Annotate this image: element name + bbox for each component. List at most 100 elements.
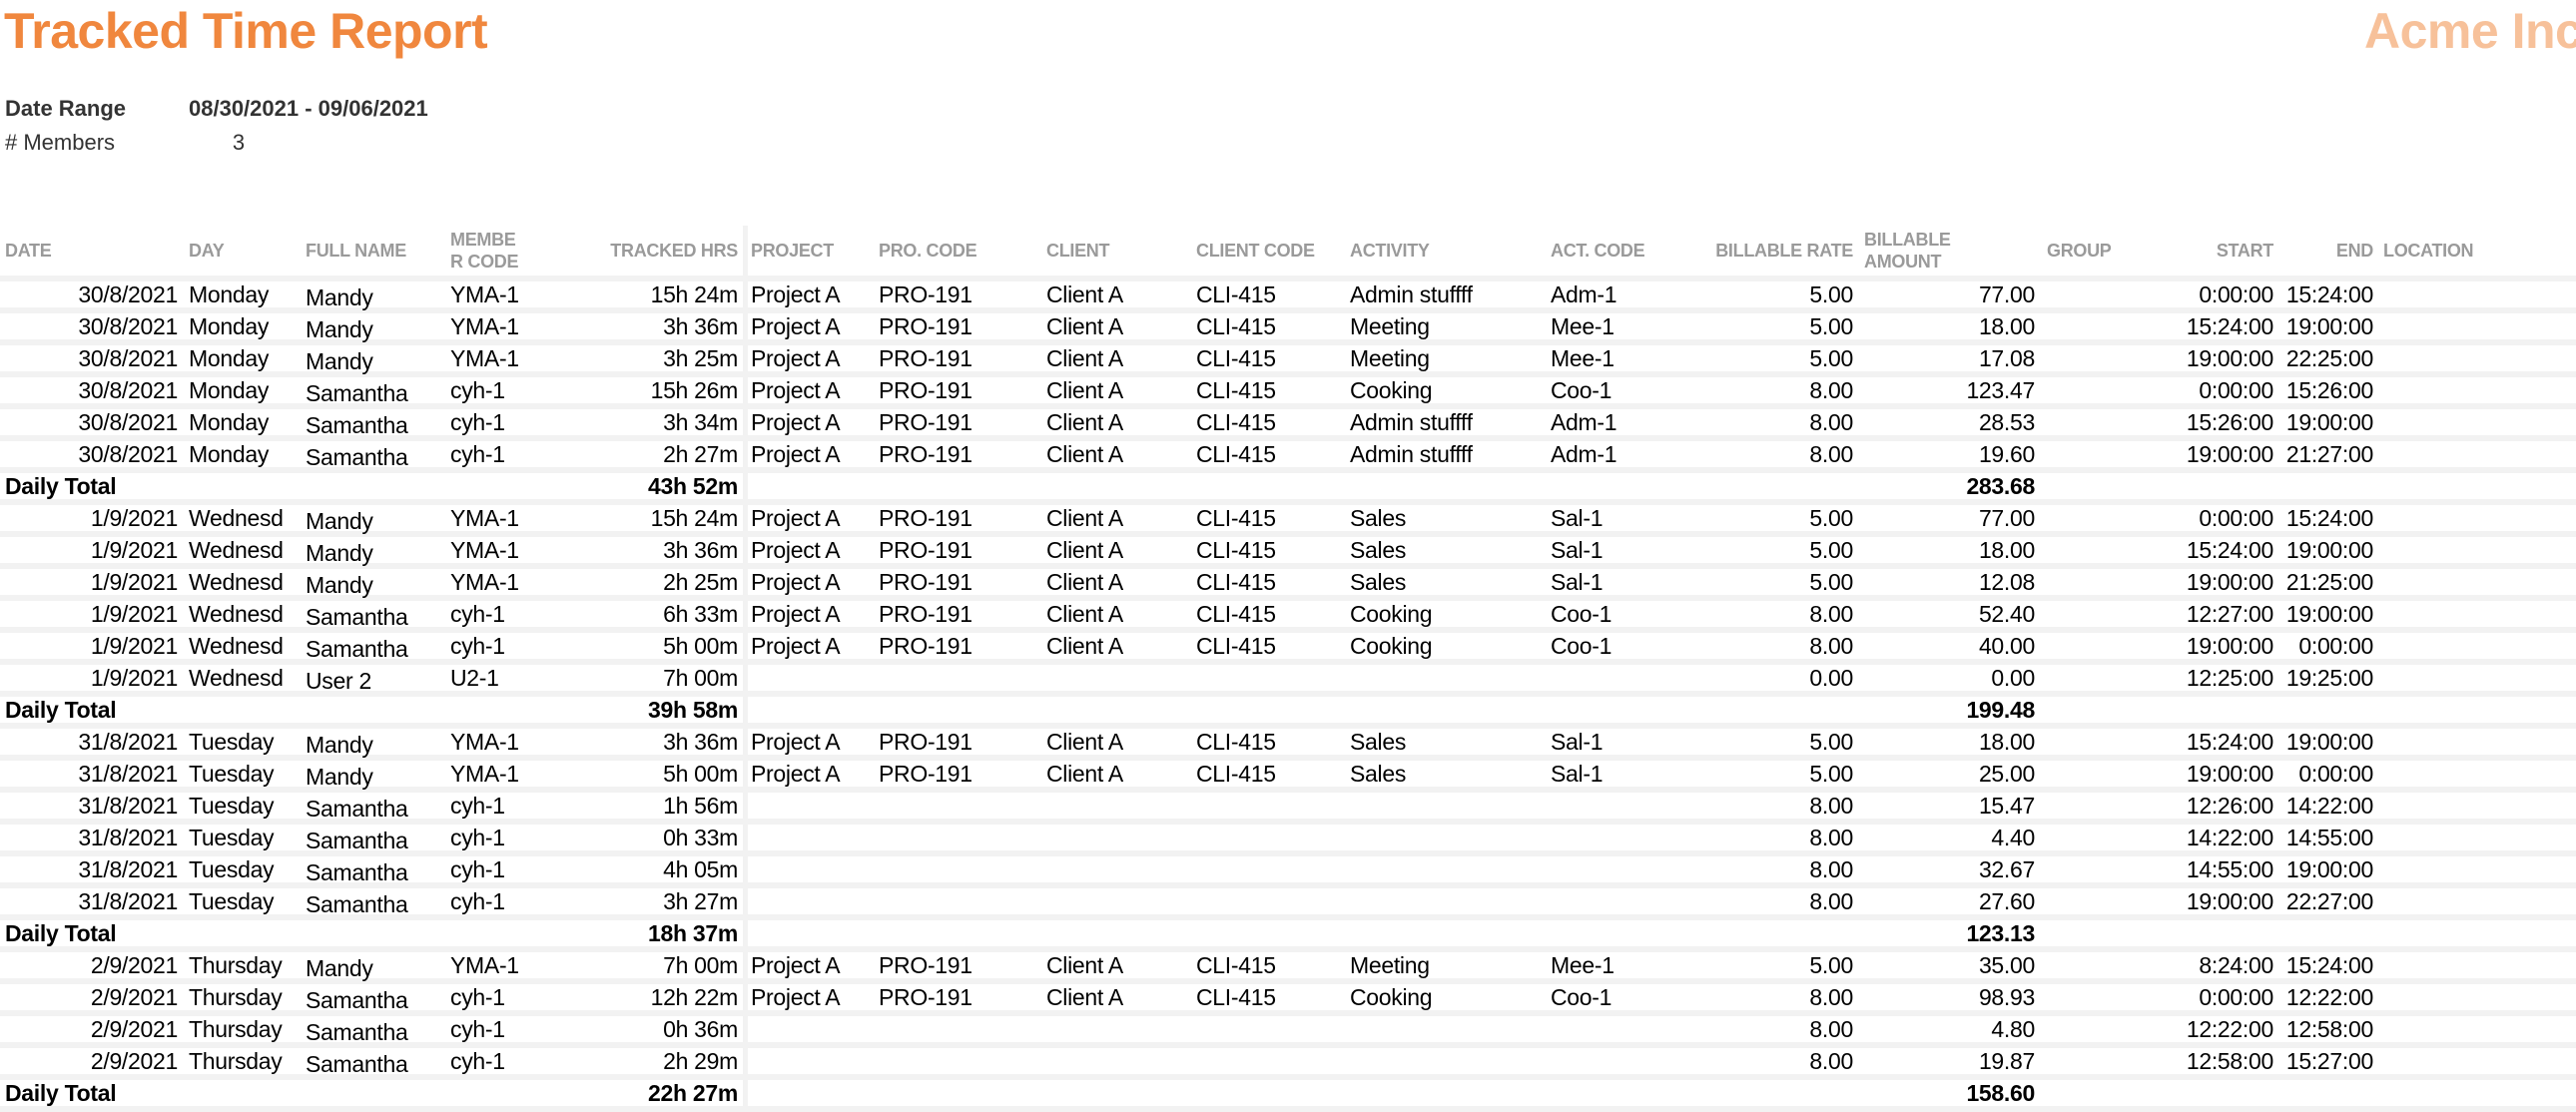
cell-billable-amount: 4.40 — [1991, 825, 2035, 850]
cell-full-name: User 2 — [306, 668, 371, 694]
cell-date: 2/9/2021 — [90, 1048, 178, 1074]
cell-day: Monday — [189, 313, 270, 339]
daily-total-hrs: 18h 37m — [648, 920, 738, 946]
cell-tracked-hrs: 7h 00m — [663, 665, 738, 691]
cell-project: Project A — [751, 281, 841, 307]
table-row: 1/9/2021 Wednesd Samantha cyh-1 5h 00m Projec… — [0, 633, 2576, 665]
table-row: 31/8/2021 Tuesday Mandy YMA-1 3h 36m Project … — [0, 729, 2576, 761]
daily-total-row: Daily Total 39h 58m 199.48 — [0, 697, 2576, 729]
cell-act-code — [1551, 888, 1690, 914]
cell-member-code: U2-1 — [450, 665, 499, 691]
cell-end: 19:25:00 — [2285, 665, 2373, 691]
cell-day: Wednesd — [189, 537, 284, 563]
table-row: 1/9/2021 Wednesd Samantha cyh-1 6h 33m Projec… — [0, 601, 2576, 633]
cell-billable-rate: 8.00 — [1809, 888, 1853, 914]
cell-client-code: CLI-415 — [1196, 345, 1276, 371]
cell-billable-rate: 8.00 — [1809, 1016, 1853, 1042]
cell-location — [2383, 377, 2563, 403]
cell-tracked-hrs: 3h 34m — [663, 409, 738, 435]
cell-act-code: Sal-1 — [1551, 761, 1604, 787]
cell-act-code: Sal-1 — [1551, 505, 1604, 531]
cell-end: 19:00:00 — [2285, 313, 2373, 339]
cell-day: Tuesday — [189, 856, 275, 882]
col-client-code: CLIENT CODE — [1196, 241, 1315, 261]
cell-start: 14:22:00 — [2186, 825, 2273, 850]
col-location: LOCATION — [2383, 241, 2474, 261]
cell-member-code: YMA-1 — [450, 761, 519, 787]
cell-activity: Sales — [1350, 505, 1407, 531]
cell-client — [1046, 1016, 1191, 1042]
cell-start: 12:26:00 — [2186, 793, 2273, 819]
table-row: 31/8/2021 Tuesday Mandy YMA-1 5h 00m Project … — [0, 761, 2576, 793]
cell-member-code: YMA-1 — [450, 313, 519, 339]
cell-date: 30/8/2021 — [78, 281, 178, 307]
cell-pro-code — [879, 1048, 1038, 1074]
col-tracked-hrs: TRACKED HRS — [610, 241, 738, 261]
cell-end: 21:27:00 — [2285, 441, 2373, 467]
cell-start: 15:24:00 — [2186, 537, 2273, 563]
cell-activity: Meeting — [1350, 952, 1430, 978]
cell-location — [2383, 1016, 2563, 1042]
cell-member-code: YMA-1 — [450, 345, 519, 371]
cell-start: 12:27:00 — [2186, 601, 2273, 627]
cell-client-code — [1196, 793, 1346, 819]
cell-full-name: Mandy — [306, 508, 373, 534]
cell-member-code: YMA-1 — [450, 569, 519, 595]
cell-location — [2383, 952, 2563, 978]
cell-end: 15:26:00 — [2285, 377, 2373, 403]
cell-pro-code — [879, 1016, 1038, 1042]
cell-billable-amount: 28.53 — [1978, 409, 2035, 435]
cell-date: 1/9/2021 — [90, 601, 178, 627]
cell-date: 31/8/2021 — [78, 825, 178, 850]
cell-project: Project A — [751, 984, 841, 1010]
cell-project: Project A — [751, 601, 841, 627]
cell-member-code: cyh-1 — [450, 793, 505, 819]
cell-day: Wednesd — [189, 505, 284, 531]
cell-day: Tuesday — [189, 761, 275, 787]
cell-member-code: cyh-1 — [450, 825, 505, 850]
table-row: 31/8/2021 Tuesday Samantha cyh-1 3h 27m 8.00 2… — [0, 888, 2576, 920]
cell-location — [2383, 441, 2563, 467]
cell-location — [2383, 601, 2563, 627]
cell-pro-code — [879, 856, 1038, 882]
cell-day: Monday — [189, 281, 270, 307]
cell-full-name: Mandy — [306, 540, 373, 566]
cell-location — [2383, 345, 2563, 371]
cell-full-name: Mandy — [306, 955, 373, 981]
table-row: 1/9/2021 Wednesd Mandy YMA-1 3h 36m Project A… — [0, 537, 2576, 569]
cell-act-code: Coo-1 — [1551, 377, 1612, 403]
cell-date: 1/9/2021 — [90, 665, 178, 691]
cell-date: 30/8/2021 — [78, 313, 178, 339]
members-count: # Members 3 — [5, 130, 289, 156]
date-range-label: Date Range — [5, 96, 127, 121]
col-pro-code: PRO. CODE — [879, 241, 977, 261]
cell-billable-rate: 5.00 — [1809, 313, 1853, 339]
cell-billable-rate: 5.00 — [1809, 952, 1853, 978]
cell-act-code — [1551, 1048, 1690, 1074]
cell-member-code: YMA-1 — [450, 281, 519, 307]
table-row: 2/9/2021 Thursday Mandy YMA-1 7h 00m Project … — [0, 952, 2576, 984]
cell-activity — [1350, 825, 1545, 850]
cell-start: 19:00:00 — [2186, 633, 2273, 659]
cell-pro-code: PRO-191 — [879, 761, 972, 787]
cell-end: 22:27:00 — [2285, 888, 2373, 914]
cell-start: 19:00:00 — [2186, 345, 2273, 371]
cell-end: 14:55:00 — [2285, 825, 2373, 850]
col-start: START — [2216, 241, 2273, 261]
cell-client: Client A — [1046, 952, 1123, 978]
report-title: Tracked Time Report — [4, 3, 488, 59]
cell-pro-code: PRO-191 — [879, 952, 972, 978]
table-row: 1/9/2021 Wednesd Mandy YMA-1 2h 25m Project A… — [0, 569, 2576, 601]
cell-client: Client A — [1046, 313, 1123, 339]
table-row: 30/8/2021 Monday Samantha cyh-1 3h 34m Projec… — [0, 409, 2576, 441]
cell-client-code — [1196, 1048, 1346, 1074]
cell-activity: Admin stuffff — [1350, 409, 1473, 435]
cell-full-name: Samantha — [306, 1051, 408, 1077]
cell-date: 30/8/2021 — [78, 345, 178, 371]
cell-full-name: Mandy — [306, 284, 373, 310]
cell-act-code: Coo-1 — [1551, 984, 1612, 1010]
cell-billable-amount: 123.47 — [1966, 377, 2035, 403]
cell-activity: Sales — [1350, 729, 1407, 755]
cell-location — [2383, 825, 2563, 850]
cell-pro-code: PRO-191 — [879, 441, 972, 467]
